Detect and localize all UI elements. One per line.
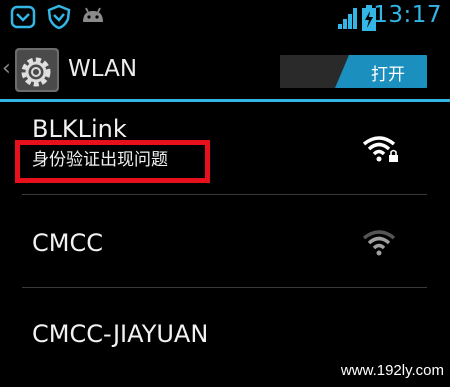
clock: 13:17	[373, 2, 442, 28]
android-icon	[80, 6, 106, 32]
wlan-toggle[interactable]: 打开	[280, 55, 427, 88]
network-name: CMCC	[32, 229, 103, 257]
wifi-signal-secured-icon	[362, 135, 402, 169]
error-highlight-box	[15, 140, 210, 183]
settings-gear-icon[interactable]	[12, 46, 62, 98]
network-name: CMCC-JIAYUAN	[32, 320, 209, 348]
action-bar-divider	[0, 99, 450, 102]
toggle-label: 打开	[371, 65, 405, 85]
wifi-signal-medium-icon	[362, 229, 402, 263]
network-name: BLKLink	[32, 115, 127, 143]
shield-icon	[46, 4, 72, 34]
page-title: WLAN	[68, 56, 138, 82]
network-item-cmcc[interactable]: CMCC	[0, 195, 450, 288]
watermark: www.192ly.com	[340, 362, 444, 379]
notification-icon	[10, 4, 36, 34]
back-caret-icon[interactable]: ‹	[2, 56, 11, 81]
signal-icon	[337, 6, 359, 34]
status-bar: 13:17	[0, 0, 450, 36]
